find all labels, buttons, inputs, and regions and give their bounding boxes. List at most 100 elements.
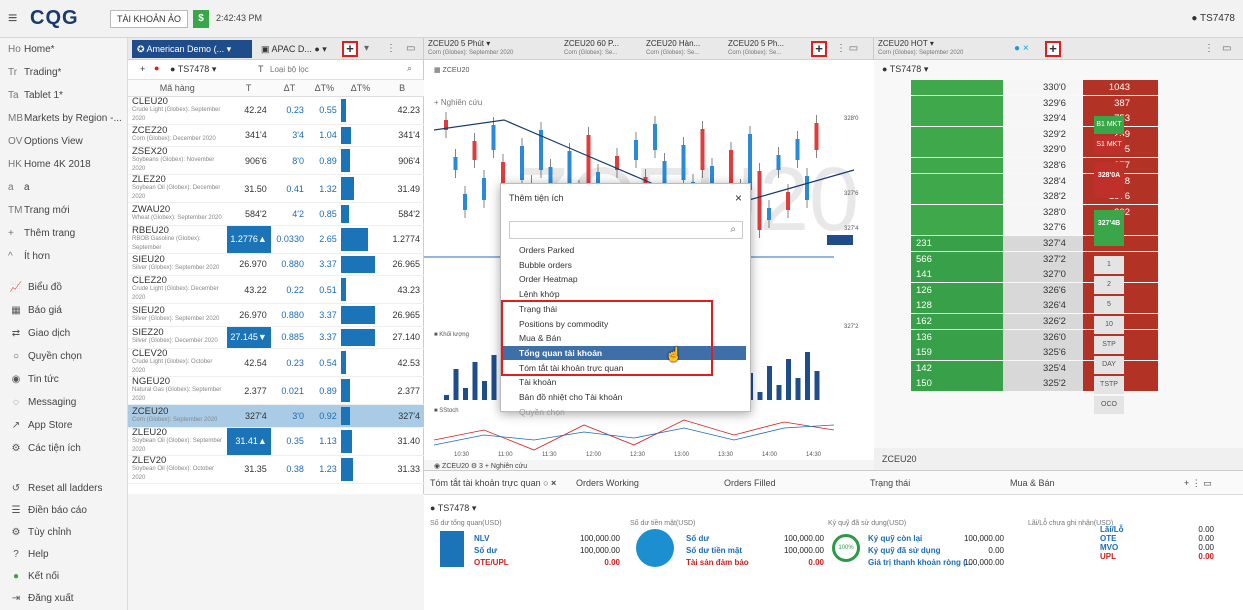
quote-row[interactable]: SIEU20 Silver (Globex): September 2020 26.… <box>128 303 424 327</box>
quote-row[interactable]: ZSEX20 Soybeans (Globex): November 2020 90… <box>128 146 424 175</box>
sidebar-footer-item[interactable]: ? Help <box>0 543 128 566</box>
ladder-row[interactable]: 329'6 387 <box>911 95 1158 111</box>
buy-cell[interactable] <box>911 158 1003 173</box>
widget-option[interactable]: Orders Parked <box>501 243 746 257</box>
column-header[interactable]: B <box>380 80 424 97</box>
search-icon[interactable]: ⌕ <box>407 63 412 74</box>
dollar-icon[interactable]: $ <box>193 10 209 28</box>
buy-cell[interactable]: 126 <box>911 282 1003 298</box>
buy-cell[interactable] <box>911 173 1003 189</box>
sidebar-page-item[interactable]: OV Options View <box>0 130 128 153</box>
quote-row[interactable]: CLEZ20 Crude Light (Globex): December 202… <box>128 275 424 304</box>
sidebar-page-item[interactable]: MBMarkets by Region -... <box>0 107 128 130</box>
sidebar-tool-item[interactable]: 📈 Biểu đồ <box>0 276 128 299</box>
ladder-q10-button[interactable]: 10 <box>1094 316 1124 334</box>
buy-cell[interactable] <box>911 204 1003 220</box>
ladder-tstp-button[interactable]: TSTP <box>1094 376 1124 394</box>
sidebar-page-item[interactable]: Ta Tablet 1* <box>0 84 128 107</box>
settings-icon[interactable]: ● <box>154 63 159 73</box>
sidebar-tool-item[interactable]: ⚙ Các tiện ích <box>0 437 128 460</box>
sidebar-tool-item[interactable]: ◌ Messaging <box>0 391 128 414</box>
buy-cell[interactable]: 150 <box>911 376 1003 392</box>
sidebar-page-item[interactable]: aa <box>0 176 128 199</box>
close-icon[interactable]: × <box>735 191 742 205</box>
sidebar-footer-item[interactable]: ↺ Reset all ladders <box>0 477 128 500</box>
ladder-stp-button[interactable]: STP <box>1094 336 1124 354</box>
quote-row[interactable]: ZCEU20 Corn (Globex): September 2020 327'4… <box>128 404 424 428</box>
menu-icon[interactable]: ≡ <box>8 10 17 28</box>
widget-option[interactable]: Bubble orders <box>501 258 746 272</box>
more-icon[interactable]: ⋮ ▭ <box>836 43 858 54</box>
quote-row[interactable]: ZLEZ20 Soybean Oil (Globex): December 202… <box>128 174 424 203</box>
bottom-account[interactable]: ● TS7478 ▾ <box>430 503 476 514</box>
study-label[interactable]: + Nghiên cứu <box>434 98 482 107</box>
column-header[interactable]: T <box>226 80 271 97</box>
ladder-bid-button[interactable]: 327'4B <box>1094 210 1124 246</box>
sidebar-page-item[interactable]: TM Trang mới <box>0 199 128 222</box>
quote-row[interactable]: NGEU20 Natural Gas (Globex): September 20… <box>128 376 424 405</box>
ladder-q5-button[interactable]: 5 <box>1094 296 1124 314</box>
column-header[interactable]: ΔT <box>270 80 308 97</box>
sell-cell[interactable]: 387 <box>1083 95 1158 111</box>
buy-cell[interactable]: 231 <box>911 236 1003 251</box>
buy-cell[interactable]: 566 <box>911 251 1003 267</box>
sidebar-footer-item[interactable]: ⚙ Tùy chỉnh <box>0 521 128 544</box>
add-icon[interactable]: + <box>140 64 145 74</box>
sidebar-footer-item[interactable]: ⇥ Đăng xuất <box>0 587 128 610</box>
sell-cell[interactable]: 1043 <box>1083 80 1158 95</box>
tab-status[interactable]: Trạng thái <box>870 478 910 488</box>
chart-tab[interactable]: ZCEU20 5 Ph... Corn (Globex): Se... <box>728 40 784 57</box>
tab-visual-summary[interactable]: Tóm tắt tài khoản trực quan ○ × <box>430 478 556 488</box>
ladder-day-button[interactable]: DAY <box>1094 356 1124 374</box>
more-icon[interactable]: ⋮ <box>386 43 396 54</box>
tab-american-demo[interactable]: ✪ American Demo (... ▾ <box>132 40 252 58</box>
chart-tab[interactable]: ZCEU20 5 Phút ▾ Corn (Globex): September … <box>428 40 513 57</box>
chart-tab[interactable]: ZCEU20 60 P... Corn (Globex): Se... <box>564 40 619 57</box>
account-selector[interactable]: ● TS7478 ▾ <box>170 64 216 75</box>
sidebar-page-item[interactable]: Tr Trading* <box>0 61 128 84</box>
widget-option[interactable]: Lệnh khớp <box>501 287 746 301</box>
buy-cell[interactable]: 128 <box>911 298 1003 314</box>
tab-buy-sell[interactable]: Mua & Bán <box>1010 478 1055 488</box>
widget-option[interactable]: Order Heatmap <box>501 272 746 286</box>
quote-row[interactable]: ZCEZ20 Corn (Globex): December 2020 341'4 3… <box>128 124 424 147</box>
add-icon[interactable]: + ⋮ ▭ <box>1184 478 1212 489</box>
widget-option[interactable]: Tài khoản <box>501 375 746 389</box>
tab-apac[interactable]: ▣ APAC D... ● ▾ <box>256 40 332 58</box>
ladder-ask-button[interactable]: 328'0A <box>1094 162 1124 198</box>
column-header[interactable]: ΔT% <box>340 80 381 97</box>
widget-option[interactable]: Quyền chọn <box>501 405 746 419</box>
maximize-icon[interactable]: ▭ <box>406 43 415 54</box>
ladder-q2-button[interactable]: 2 <box>1094 276 1124 294</box>
quote-row[interactable]: ZWAU20 Wheat (Globex): September 2020 584'… <box>128 202 424 226</box>
buy-cell[interactable] <box>911 142 1003 158</box>
quote-row[interactable]: CLEU20 Crude Light (Globex): September 20… <box>128 96 424 125</box>
quote-row[interactable]: ZLEU20 Soybean Oil (Globex): September 20… <box>128 427 424 456</box>
quote-row[interactable]: CLEV20 Crude Light (Globex): October 2020… <box>128 348 424 377</box>
sidebar-page-item[interactable]: ^ Ít hơn <box>0 245 128 268</box>
tab-ladder[interactable]: ZCEU20 HOT ▾ Corn (Globex): September 202… <box>878 40 963 57</box>
ladder-qty-button[interactable]: 1 <box>1094 256 1124 274</box>
column-header[interactable]: ΔT% <box>307 80 341 97</box>
buy-cell[interactable] <box>911 80 1003 95</box>
sidebar-tool-item[interactable]: ↗ App Store <box>0 414 128 437</box>
quote-row[interactable]: RBEU20 RBOB Gasoline (Globex): September 1… <box>128 225 424 254</box>
buy-cell[interactable]: 162 <box>911 314 1003 329</box>
buy-cell[interactable] <box>911 111 1003 127</box>
ladder-footer-symbol[interactable]: ZCEU20 <box>882 454 917 464</box>
quote-row[interactable]: ZLEV20 Soybean Oil (Globex): October 2020… <box>128 455 424 484</box>
buy-cell[interactable]: 142 <box>911 360 1003 376</box>
add-widget-button[interactable]: + <box>342 41 358 57</box>
widget-option[interactable]: Bản đồ nhiệt cho Tài khoản <box>501 390 746 404</box>
sidebar-page-item[interactable]: Ho Home* <box>0 38 128 61</box>
buy-cell[interactable] <box>911 220 1003 236</box>
sidebar-footer-item[interactable]: ● Kết nối <box>0 565 128 588</box>
ladder-b1-button[interactable]: B1 MKT <box>1094 116 1124 134</box>
buy-cell[interactable]: 159 <box>911 345 1003 361</box>
dialog-search-input[interactable]: ⌕ <box>509 221 743 239</box>
quote-row[interactable]: SIEU20 Silver (Globex): September 2020 26.… <box>128 253 424 276</box>
buy-cell[interactable]: 141 <box>911 267 1003 283</box>
filter-icon[interactable]: T <box>258 64 264 74</box>
sidebar-footer-item[interactable]: ☰ Điền báo cáo <box>0 499 128 522</box>
buy-cell[interactable] <box>911 189 1003 205</box>
